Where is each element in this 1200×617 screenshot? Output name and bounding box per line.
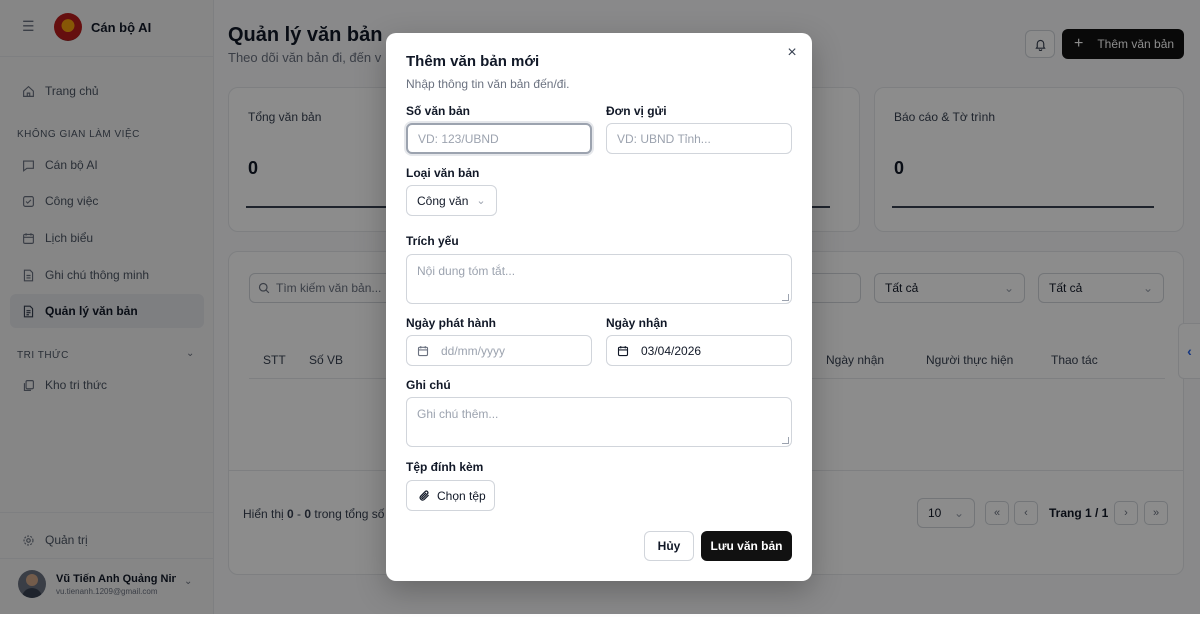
summary-placeholder: Nội dung tóm tắt...: [417, 264, 516, 278]
notes-textarea[interactable]: Ghi chú thêm...: [406, 397, 792, 447]
summary-textarea[interactable]: Nội dung tóm tắt...: [406, 254, 792, 304]
calendar-icon: [417, 345, 429, 357]
dialog-title: Thêm văn bản mới: [406, 53, 540, 70]
choose-file-label: Chọn tệp: [437, 488, 486, 503]
chevron-down-icon: ⌄: [476, 195, 486, 207]
document-type-select[interactable]: Công văn ⌄: [406, 185, 497, 216]
close-icon[interactable]: ×: [784, 45, 800, 61]
label-summary: Trích yếu: [406, 234, 459, 248]
label-received-date: Ngày nhận: [606, 316, 668, 330]
resize-handle-icon[interactable]: [782, 294, 789, 301]
dialog-subtitle: Nhập thông tin văn bản đến/đi.: [406, 77, 570, 91]
label-issue-date: Ngày phát hành: [406, 316, 497, 330]
document-number-input[interactable]: VD: 123/UBND: [406, 123, 592, 154]
issue-date-input[interactable]: dd/mm/yyyy: [406, 335, 592, 366]
document-number-placeholder: VD: 123/UBND: [418, 131, 499, 146]
sender-placeholder: VD: UBND Tỉnh...: [617, 131, 711, 146]
received-date-value: 03/04/2026: [641, 343, 702, 358]
label-document-number: Số văn bản: [406, 104, 471, 118]
add-document-dialog: × Thêm văn bản mới Nhập thông tin văn bả…: [386, 33, 812, 581]
cancel-button[interactable]: Hủy: [644, 531, 694, 561]
resize-handle-icon[interactable]: [782, 437, 789, 444]
label-sender: Đơn vị gửi: [606, 104, 667, 118]
received-date-input[interactable]: 03/04/2026: [606, 335, 792, 366]
sender-input[interactable]: VD: UBND Tỉnh...: [606, 123, 792, 154]
calendar-icon: [617, 345, 629, 357]
notes-placeholder: Ghi chú thêm...: [417, 407, 499, 421]
label-document-type: Loại văn bản: [406, 166, 480, 180]
issue-date-placeholder: dd/mm/yyyy: [441, 343, 506, 358]
document-type-value: Công văn: [417, 193, 469, 208]
save-document-button[interactable]: Lưu văn bản: [701, 531, 792, 561]
label-attachments: Tệp đính kèm: [406, 460, 484, 474]
paperclip-icon: [419, 490, 429, 501]
label-notes: Ghi chú: [406, 378, 451, 392]
choose-file-button[interactable]: Chọn tệp: [406, 480, 495, 511]
